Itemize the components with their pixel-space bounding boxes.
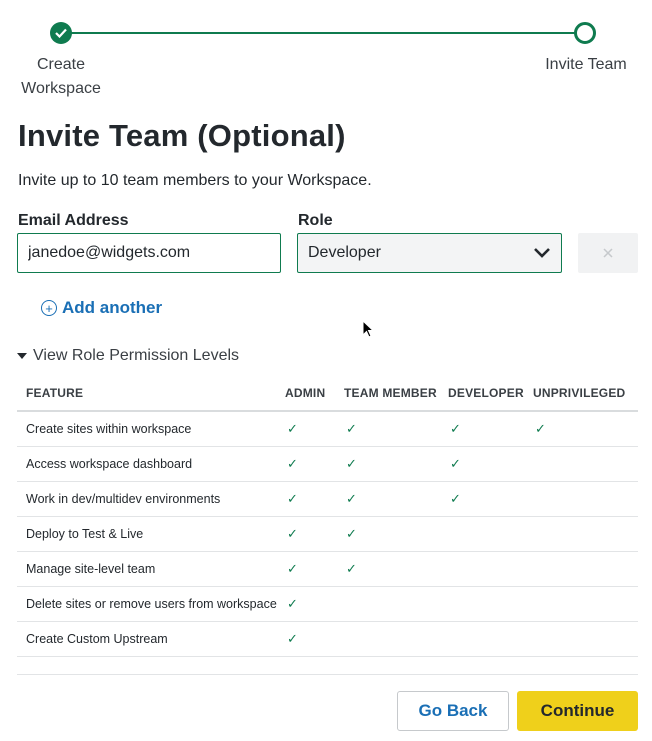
check-icon: ✓: [346, 525, 357, 541]
feature-cell: Access workspace dashboard: [17, 446, 285, 482]
check-icon: ✓: [287, 560, 298, 576]
permission-cell: [448, 621, 533, 657]
permissions-table-body: Create sites within workspace ✓ ✓ ✓ ✓ Access …: [17, 411, 638, 657]
permission-cell: [448, 586, 533, 622]
remove-row-button[interactable]: [578, 233, 638, 273]
permission-cell: [533, 621, 638, 657]
permission-cell: ✓: [285, 551, 344, 587]
permission-cell: ✓: [344, 481, 448, 517]
column-header-feature: FEATURE: [17, 376, 285, 412]
role-permissions-toggle[interactable]: View Role Permission Levels: [17, 347, 239, 365]
column-header-admin: ADMIN: [285, 376, 344, 412]
table-row: Create Custom Upstream ✓: [17, 621, 638, 657]
check-icon: ✓: [346, 455, 357, 471]
add-another-button[interactable]: + Add another: [41, 298, 162, 318]
permission-cell: [448, 516, 533, 552]
chevron-down-icon: [534, 248, 550, 258]
permission-cell: [533, 446, 638, 482]
check-icon: ✓: [346, 420, 357, 436]
check-icon: ✓: [535, 420, 546, 436]
permission-cell: [533, 481, 638, 517]
go-back-button[interactable]: Go Back: [397, 691, 509, 731]
role-label: Role: [298, 212, 333, 229]
table-row: Create sites within workspace ✓ ✓ ✓ ✓: [17, 411, 638, 447]
permission-cell: ✓: [448, 411, 533, 447]
table-row: Deploy to Test & Live ✓ ✓: [17, 516, 638, 552]
permission-cell: ✓: [285, 586, 344, 622]
page-title: Invite Team (Optional): [18, 118, 346, 153]
permission-cell: [533, 551, 638, 587]
feature-cell: Delete sites or remove users from worksp…: [17, 586, 285, 622]
feature-cell: Work in dev/multidev environments: [17, 481, 285, 517]
permission-cell: [533, 586, 638, 622]
table-row: Work in dev/multidev environments ✓ ✓ ✓: [17, 481, 638, 517]
permissions-table: FEATURE ADMIN TEAM MEMBER DEVELOPER UNPR…: [17, 376, 638, 657]
column-header-unprivileged: UNPRIVILEGED: [533, 376, 638, 412]
feature-cell: Create sites within workspace: [17, 411, 285, 447]
step-current-icon: [574, 22, 596, 44]
plus-circle-icon: +: [41, 300, 57, 316]
permission-cell: ✓: [344, 551, 448, 587]
check-icon: ✓: [450, 420, 461, 436]
check-icon: ✓: [287, 595, 298, 611]
check-icon: ✓: [346, 560, 357, 576]
email-label: Email Address: [18, 212, 129, 229]
check-icon: ✓: [450, 490, 461, 506]
table-row: Delete sites or remove users from worksp…: [17, 586, 638, 622]
footer-divider: [17, 674, 638, 675]
email-field[interactable]: [17, 233, 281, 273]
step-label-create-workspace: Create Workspace: [21, 56, 101, 97]
feature-cell: Create Custom Upstream: [17, 621, 285, 657]
permission-cell: ✓: [344, 516, 448, 552]
mouse-cursor-icon: [362, 320, 374, 338]
column-header-developer: DEVELOPER: [448, 376, 533, 412]
permission-cell: ✓: [285, 411, 344, 447]
check-icon: ✓: [287, 420, 298, 436]
check-icon: ✓: [287, 630, 298, 646]
close-icon: [603, 248, 613, 258]
check-icon: ✓: [450, 455, 461, 471]
check-icon: ✓: [287, 455, 298, 471]
table-row: Access workspace dashboard ✓ ✓ ✓: [17, 446, 638, 482]
check-icon: ✓: [287, 525, 298, 541]
permission-cell: ✓: [448, 481, 533, 517]
caret-down-icon: [17, 353, 27, 359]
feature-cell: Deploy to Test & Live: [17, 516, 285, 552]
table-header-row: FEATURE ADMIN TEAM MEMBER DEVELOPER UNPR…: [17, 376, 638, 412]
permission-cell: ✓: [285, 446, 344, 482]
permission-cell: ✓: [344, 446, 448, 482]
permission-cell: ✓: [448, 446, 533, 482]
table-row: Manage site-level team ✓ ✓: [17, 551, 638, 587]
permission-cell: ✓: [285, 516, 344, 552]
permission-cell: [344, 621, 448, 657]
role-permissions-toggle-label: View Role Permission Levels: [33, 347, 240, 364]
permission-cell: ✓: [285, 481, 344, 517]
column-header-team-member: TEAM MEMBER: [344, 376, 448, 412]
role-select[interactable]: Developer: [297, 233, 562, 273]
stepper-line: [61, 32, 585, 34]
permission-cell: ✓: [285, 621, 344, 657]
check-icon: ✓: [287, 490, 298, 506]
check-icon: ✓: [346, 490, 357, 506]
stepper: Create Workspace Invite Team: [0, 0, 652, 110]
permission-cell: [448, 551, 533, 587]
checkmark-icon: [55, 28, 67, 38]
continue-button[interactable]: Continue: [517, 691, 638, 731]
permission-cell: [533, 516, 638, 552]
permission-cell: [344, 586, 448, 622]
step-label-invite-team: Invite Team: [545, 56, 627, 73]
step-complete-icon: [50, 22, 72, 44]
permission-cell: ✓: [344, 411, 448, 447]
intro-text: Invite up to 10 team members to your Wor…: [18, 172, 372, 189]
permission-cell: ✓: [533, 411, 638, 447]
add-another-label: Add another: [62, 298, 163, 317]
feature-cell: Manage site-level team: [17, 551, 285, 587]
role-select-value: Developer: [308, 244, 381, 261]
